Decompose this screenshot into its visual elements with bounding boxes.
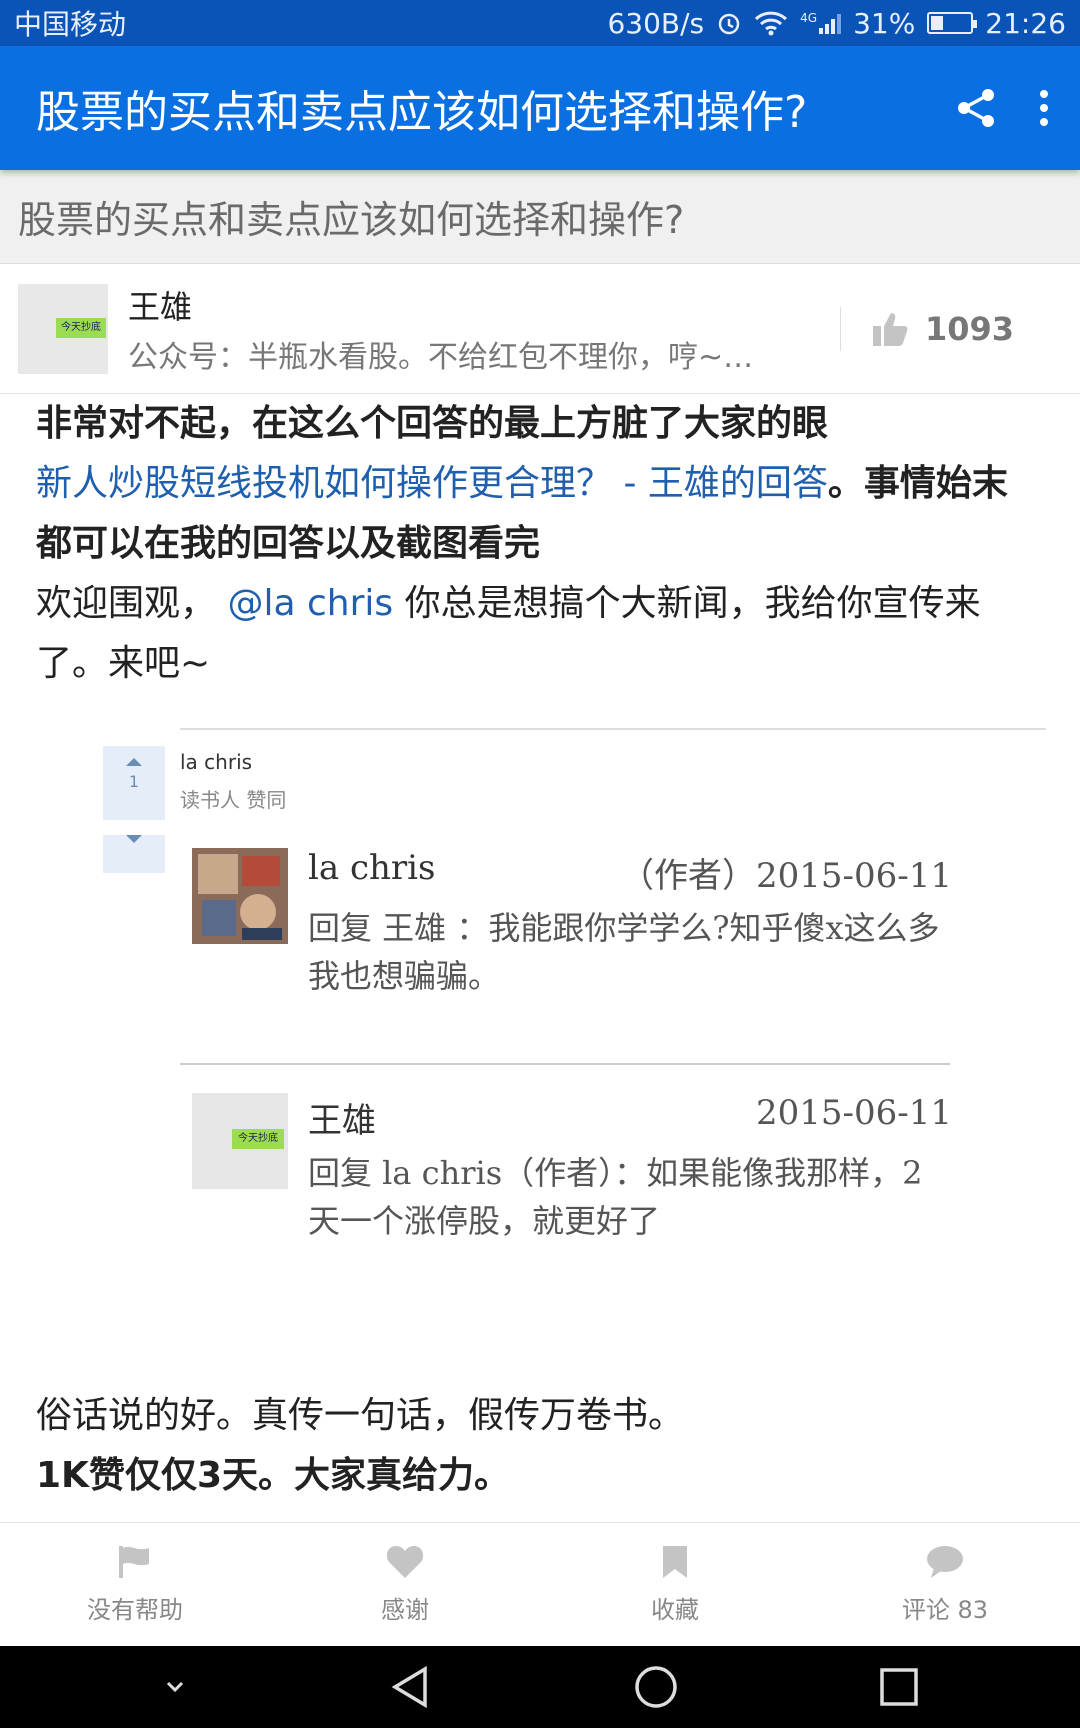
comment-text: 回复 la chris（作者）：如果能像我那样，2天一个涨停股，就更好了 xyxy=(308,1154,923,1240)
paragraph: 欢迎围观， @la chris 你总是想搞个大新闻，我给你宣传来了。来吧~ xyxy=(36,574,1036,694)
system-nav-bar xyxy=(0,1646,1080,1728)
answer-content: 非常对不起，在这么个回答的最上方脏了大家的眼 新人炒股短线投机如何操作更合理？ … xyxy=(36,394,1036,694)
action-bar: 没有帮助 感谢 收藏 评论 83 xyxy=(0,1522,1080,1646)
shot-top-user-line: 读书人 赞同 xyxy=(180,788,287,812)
network-type: 4G xyxy=(800,11,818,25)
arrow-down-icon xyxy=(126,835,142,843)
vote-up: 1 xyxy=(103,746,165,820)
alarm-icon xyxy=(718,13,740,35)
author-avatar[interactable]: 今天抄底 xyxy=(18,283,108,374)
vote-down xyxy=(103,835,165,873)
signal-icon xyxy=(819,12,842,34)
comment-bubble-icon xyxy=(927,1546,963,1578)
commenter-avatar: 今天抄底 xyxy=(192,1093,288,1189)
status-bar: 中国移动 630B/s 4G 31% 21:26 xyxy=(0,0,1080,46)
home-icon[interactable] xyxy=(633,1664,679,1710)
paragraph-text: 欢迎围观， xyxy=(36,583,217,624)
comments-button[interactable]: 评论 83 xyxy=(810,1523,1080,1646)
share-icon[interactable] xyxy=(954,86,998,130)
paragraph: 1K赞仅仅3天。大家真给力。 xyxy=(36,1455,510,1496)
avatar-tag: 今天抄底 xyxy=(56,317,106,338)
author-row[interactable]: 今天抄底 王雄 公众号：半瓶水看股。不给红包不理你，哼~… 1093 xyxy=(0,264,1080,394)
heart-icon xyxy=(386,1546,424,1578)
net-speed: 630B/s xyxy=(607,6,705,40)
back-icon[interactable] xyxy=(389,1665,433,1709)
comment-author: 王雄 xyxy=(308,1101,376,1141)
comment-author: la chris xyxy=(308,848,436,888)
shot-top-user: la chris xyxy=(180,750,253,774)
app-bar-title: 股票的买点和卖点应该如何选择和操作? xyxy=(36,87,808,138)
author-bio: 公众号：半瓶水看股。不给红包不理你，哼~… xyxy=(128,339,754,375)
like-count: 1093 xyxy=(925,309,1015,348)
question-title[interactable]: 股票的买点和卖点应该如何选择和操作? xyxy=(0,170,1080,264)
divider xyxy=(840,306,841,351)
paragraph: 新人炒股短线投机如何操作更合理？ - 王雄的回答。事情始末都可以在我的回答以及截… xyxy=(36,454,1036,574)
comment-date: （作者）2015-06-11 xyxy=(619,856,952,896)
recents-icon[interactable] xyxy=(878,1666,920,1708)
more-options-icon[interactable] xyxy=(1038,88,1050,128)
paragraph: 非常对不起，在这么个回答的最上方脏了大家的眼 xyxy=(36,403,829,444)
comment-date: 2015-06-11 xyxy=(755,1093,952,1133)
vote-widget: 1 xyxy=(103,746,165,873)
author-name[interactable]: 王雄 xyxy=(128,282,828,328)
paragraph: 俗话说的好。真传一句话，假传万卷书。 xyxy=(36,1395,685,1436)
unhelpful-label: 没有帮助 xyxy=(87,1596,183,1624)
user-mention-link[interactable]: @la chris xyxy=(227,583,393,624)
upvote-button[interactable]: 1093 xyxy=(871,310,1014,348)
thanks-label: 感谢 xyxy=(381,1596,429,1624)
comments-label: 评论 83 xyxy=(901,1596,989,1624)
unhelpful-button[interactable]: 没有帮助 xyxy=(0,1523,270,1646)
chevron-down-icon[interactable] xyxy=(160,1677,190,1697)
divider xyxy=(180,728,1046,730)
wifi-icon xyxy=(755,11,788,36)
avatar-tag: 今天抄底 xyxy=(232,1129,284,1149)
arrow-up-icon xyxy=(126,758,142,766)
clock: 21:26 xyxy=(985,6,1066,40)
answer-link[interactable]: 新人炒股短线投机如何操作更合理？ - 王雄的回答 xyxy=(36,463,828,504)
vote-count: 1 xyxy=(128,772,140,791)
carrier-label: 中国移动 xyxy=(14,8,127,41)
embedded-screenshot: 1 la chris 读书人 赞同 la chris （作者）2015-06-1… xyxy=(100,728,1046,1258)
comment-text: 回复 王雄 ：我能跟你学学么?知乎傻x这么多我也想骗骗。 xyxy=(308,909,940,995)
thumbs-up-icon xyxy=(873,312,908,346)
divider xyxy=(180,1063,950,1065)
battery-icon xyxy=(927,12,978,34)
bookmark-icon xyxy=(663,1546,687,1578)
flag-icon xyxy=(119,1546,149,1578)
collect-label: 收藏 xyxy=(651,1596,699,1624)
collect-button[interactable]: 收藏 xyxy=(540,1523,810,1646)
commenter-avatar xyxy=(192,848,288,944)
answer-content-continued: 俗话说的好。真传一句话，假传万卷书。 1K赞仅仅3天。大家真给力。 xyxy=(36,1386,1036,1506)
battery-percent: 31% xyxy=(853,6,916,40)
thanks-button[interactable]: 感谢 xyxy=(270,1523,540,1646)
app-bar: 股票的买点和卖点应该如何选择和操作? xyxy=(0,46,1080,170)
